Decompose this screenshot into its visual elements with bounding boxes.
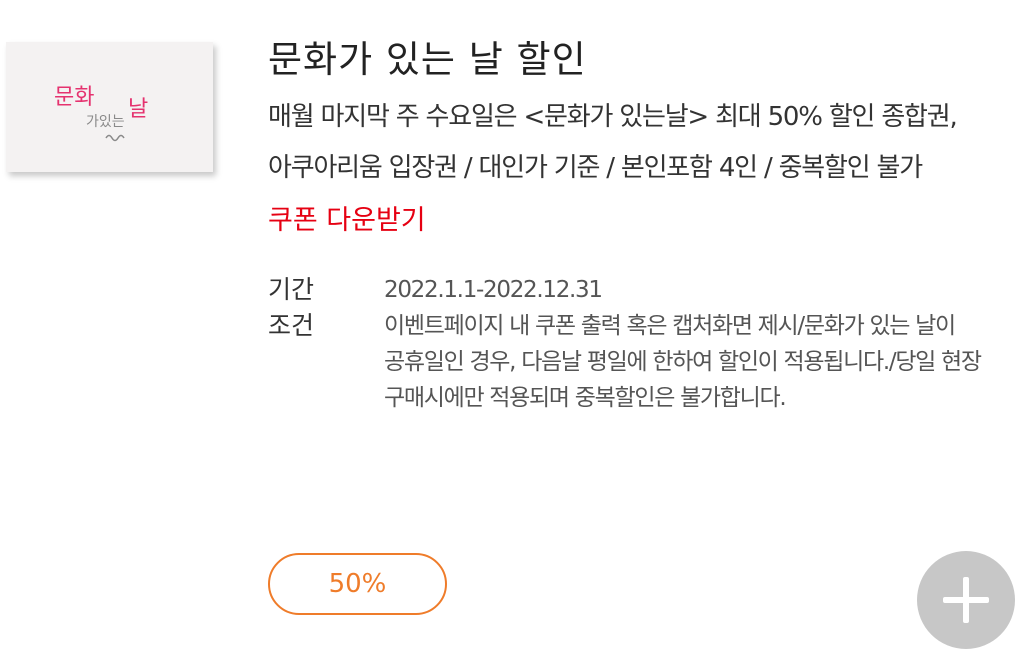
culture-day-logo-image: 문화 가있는 날 (54, 85, 148, 142)
logo-text-pink-2: 날 (128, 97, 148, 122)
logo-text-pink: 문화 (54, 85, 94, 110)
event-logo: 문화 가있는 날 (6, 42, 213, 172)
logo-text-gray: 가있는 (86, 114, 125, 130)
discount-badge: 50% (268, 553, 447, 615)
period-row: 기간 2022.1.1-2022.12.31 (268, 272, 988, 308)
offer-title: 문화가 있는 날 할인 (268, 38, 587, 81)
add-button[interactable] (917, 551, 1015, 649)
coupon-download-link[interactable]: 쿠폰 다운받기 (268, 196, 426, 246)
condition-label: 조건 (268, 311, 315, 340)
plus-icon (943, 577, 989, 623)
offer-info: 기간 2022.1.1-2022.12.31 조건 이벤트페이지 내 쿠폰 출력… (268, 272, 988, 416)
offer-card: 문화 가있는 날 문화가 있는 날 할인 매월 마지막 주 수요일은 <문화가 … (0, 0, 1022, 654)
offer-description: 매월 마지막 주 수요일은 <문화가 있는날> 최대 50% 할인 종합권, 아… (268, 102, 958, 183)
period-value: 2022.1.1-2022.12.31 (384, 277, 603, 303)
period-label: 기간 (268, 275, 315, 304)
condition-value: 이벤트페이지 내 쿠폰 출력 혹은 캡처화면 제시/문화가 있는 날이 공휴일인… (384, 313, 982, 411)
offer-content: 문화가 있는 날 할인 매월 마지막 주 수요일은 <문화가 있는날> 최대 5… (268, 30, 988, 416)
condition-row: 조건 이벤트페이지 내 쿠폰 출력 혹은 캡처화면 제시/문화가 있는 날이 공… (268, 308, 988, 416)
logo-wave-decoration (105, 134, 125, 142)
